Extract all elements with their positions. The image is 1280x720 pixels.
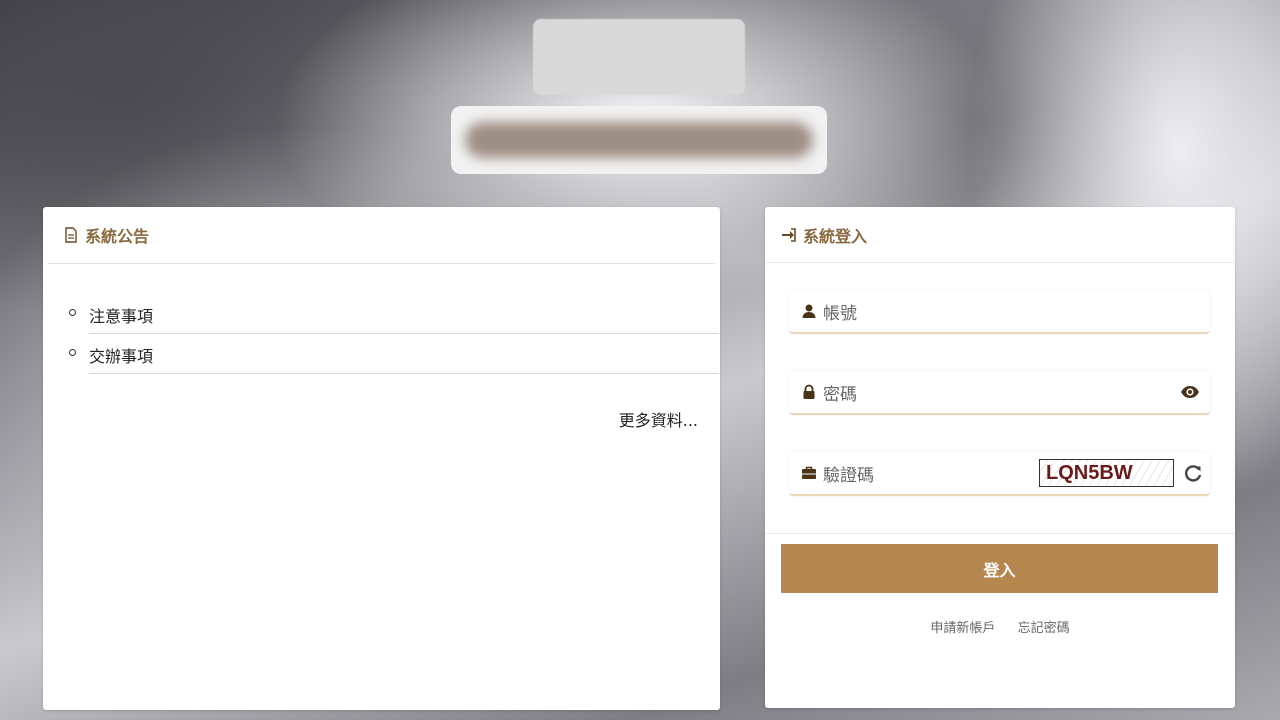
logo-placeholder (533, 19, 745, 95)
bullet-icon (69, 349, 76, 356)
password-field[interactable]: 密碼 (789, 371, 1210, 415)
account-label: 帳號 (823, 303, 857, 324)
list-item[interactable]: 注意事項 (69, 294, 719, 334)
document-icon (65, 227, 77, 243)
announcement-list: 注意事項 交辦事項 (69, 294, 719, 374)
site-title-placeholder (451, 106, 827, 174)
login-divider (765, 533, 1235, 534)
list-item[interactable]: 交辦事項 (69, 334, 719, 374)
blurred-title (465, 122, 813, 158)
login-title: 系統登入 (803, 226, 868, 246)
captcha-image: LQN5BW (1039, 459, 1174, 487)
eye-icon[interactable] (1180, 382, 1200, 402)
announcement-panel: 系統公告 注意事項 交辦事項 更多資料... (43, 207, 720, 710)
bullet-icon (69, 309, 76, 316)
lock-icon (803, 384, 815, 399)
account-field[interactable]: 帳號 (789, 290, 1210, 334)
login-button[interactable]: 登入 (781, 544, 1218, 593)
announcement-header: 系統公告 (48, 207, 715, 264)
briefcase-icon (802, 466, 816, 479)
more-info-link[interactable]: 更多資料... (619, 407, 698, 431)
user-icon (802, 304, 816, 318)
account-links: 申請新帳戶 忘記密碼 (765, 617, 1235, 636)
password-label: 密碼 (823, 384, 857, 405)
sign-in-icon (782, 227, 796, 242)
login-panel: 系統登入 帳號 密碼 驗證碼 LQN5BW 登入 申請新帳戶 忘記密碼 (765, 207, 1235, 708)
register-link[interactable]: 申請新帳戶 (930, 621, 995, 636)
announcement-item-label[interactable]: 交辦事項 (89, 343, 153, 367)
forgot-password-link[interactable]: 忘記密碼 (1018, 621, 1070, 636)
announcement-title: 系統公告 (85, 227, 150, 246)
login-header: 系統登入 (765, 207, 1235, 263)
refresh-icon[interactable] (1182, 462, 1204, 484)
captcha-field[interactable]: 驗證碼 LQN5BW (789, 452, 1210, 496)
captcha-label: 驗證碼 (823, 465, 874, 486)
announcement-item-label[interactable]: 注意事項 (89, 303, 153, 327)
